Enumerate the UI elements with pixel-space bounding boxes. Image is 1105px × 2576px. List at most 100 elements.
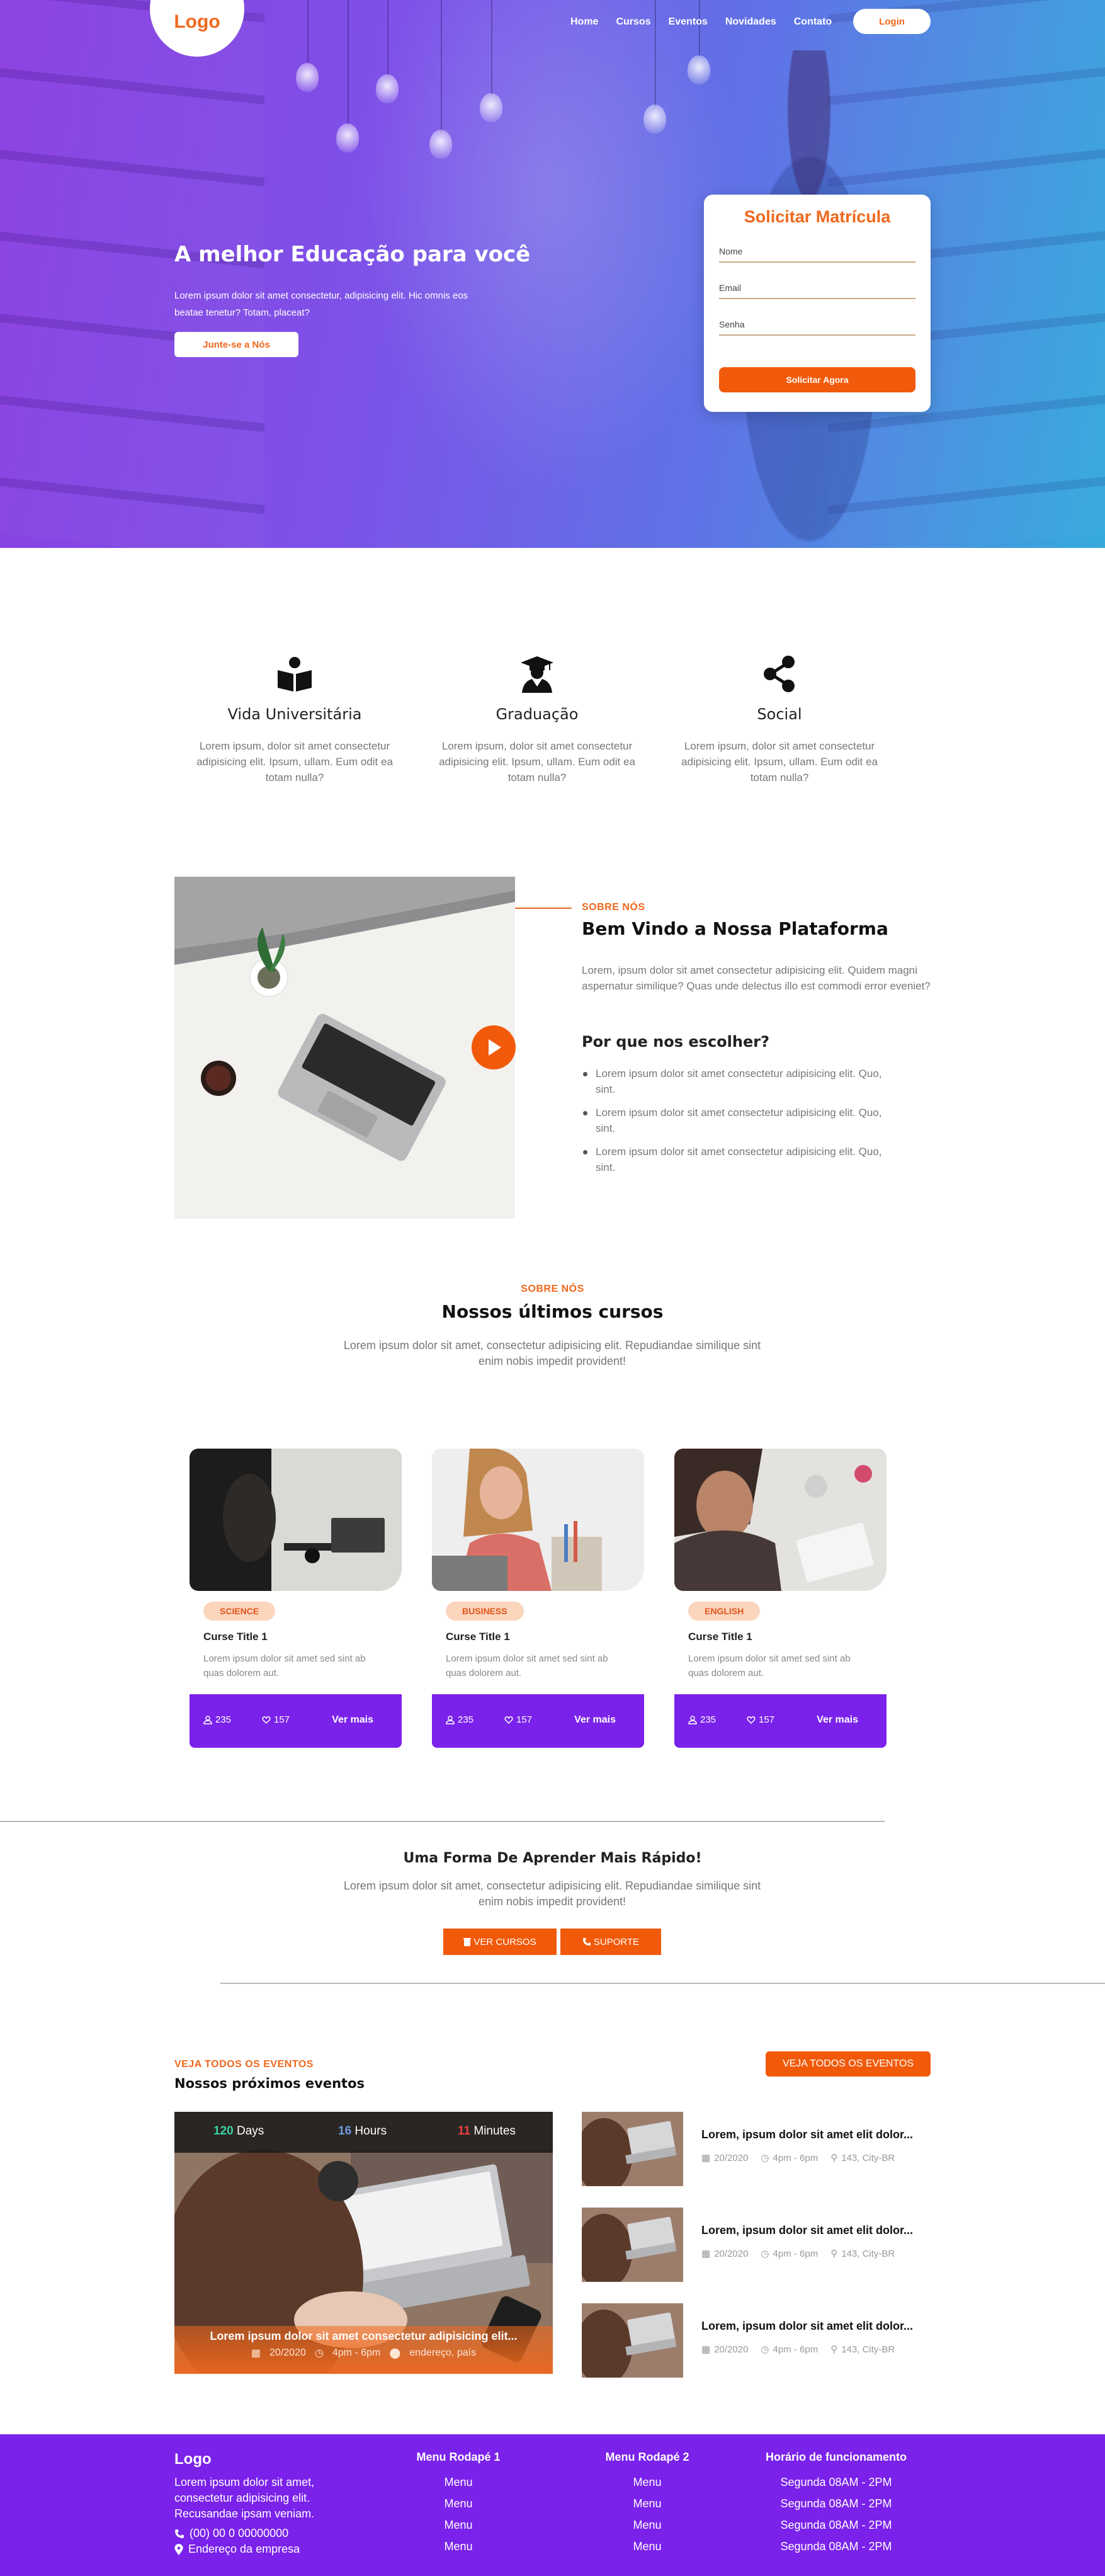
course-image bbox=[190, 1449, 402, 1591]
clock-icon: ◷ bbox=[761, 2344, 769, 2355]
why-item: Lorem ipsum dolor sit amet consectetur a… bbox=[582, 1105, 897, 1136]
footer-menu-link[interactable]: Menu bbox=[578, 2471, 717, 2493]
enroll-form: Solicitar Matrícula Nome Email Senha Sol… bbox=[704, 195, 931, 412]
graduate-icon bbox=[521, 656, 553, 693]
hero-text: Lorem ipsum dolor sit amet consectetur, … bbox=[174, 290, 468, 318]
feature-university-life: Vida Universitária Lorem ipsum, dolor si… bbox=[194, 655, 395, 785]
course-card[interactable]: SCIENCE Curse Title 1 Lorem ipsum dolor … bbox=[190, 1449, 402, 1748]
course-card[interactable]: ENGLISH Curse Title 1 Lorem ipsum dolor … bbox=[674, 1449, 887, 1748]
footer-menu-1: Menu Rodapé 1 Menu Menu Menu Menu bbox=[389, 2451, 528, 2557]
footer-hours-title: Horário de funcionamento bbox=[765, 2451, 907, 2463]
heart-icon bbox=[504, 1716, 513, 1724]
course-stats-bar: 235 157 Ver mais bbox=[432, 1694, 644, 1748]
footer-hours: Horário de funcionamento Segunda 08AM - … bbox=[742, 2451, 931, 2557]
feature-text: Lorem ipsum, dolor sit amet consectetur … bbox=[439, 740, 635, 784]
course-desc: Lorem ipsum dolor sit amet sed sint ab q… bbox=[446, 1653, 608, 1678]
user-icon bbox=[203, 1715, 212, 1724]
featured-event[interactable]: 120 Days 16 Hours 11 Minutes Lorem ipsum… bbox=[174, 2112, 553, 2374]
course-stats-bar: 235 157 Ver mais bbox=[190, 1694, 402, 1748]
nav-eventos[interactable]: Eventos bbox=[669, 15, 708, 29]
feature-social: Social Lorem ipsum, dolor sit amet conse… bbox=[679, 655, 880, 785]
likes-count: 157 bbox=[747, 1714, 774, 1725]
nav-home[interactable]: Home bbox=[570, 15, 598, 29]
why-title: Por que nos escolher? bbox=[582, 1033, 770, 1051]
view-courses-button[interactable]: VER CURSOS bbox=[443, 1929, 557, 1955]
share-icon bbox=[764, 656, 795, 692]
clock-icon: ◷ bbox=[761, 2153, 769, 2163]
light-bulb-decoration bbox=[336, 123, 359, 152]
bookshelf-left-decoration bbox=[0, 0, 264, 548]
footer-address: Endereço da empresa bbox=[174, 2543, 300, 2556]
light-bulb-decoration bbox=[480, 93, 502, 122]
courses-title: Nossos últimos cursos bbox=[441, 1301, 664, 1322]
footer-menu-link[interactable]: Menu bbox=[578, 2514, 717, 2536]
about-text: Lorem, ipsum dolor sit amet consectetur … bbox=[582, 964, 931, 992]
calendar-icon: ▦ bbox=[701, 2248, 711, 2259]
footer-hours-item: Segunda 08AM - 2PM bbox=[780, 2476, 892, 2488]
course-more-link[interactable]: Ver mais bbox=[574, 1714, 616, 1726]
footer-menu-link[interactable]: Menu bbox=[389, 2536, 528, 2557]
map-pin-icon: ⚲ bbox=[830, 2153, 838, 2163]
countdown-bar: 120 Days 16 Hours 11 Minutes bbox=[174, 2112, 553, 2153]
course-more-link[interactable]: Ver mais bbox=[332, 1714, 373, 1726]
footer-menu-link[interactable]: Menu bbox=[389, 2514, 528, 2536]
light-bulb-decoration bbox=[643, 105, 666, 134]
password-field[interactable]: Senha bbox=[719, 316, 915, 336]
event-item[interactable]: Lorem, ipsum dolor sit amet elit dolor..… bbox=[582, 2208, 934, 2282]
course-card[interactable]: BUSINESS Curse Title 1 Lorem ipsum dolor… bbox=[432, 1449, 644, 1748]
map-pin-icon bbox=[174, 2543, 183, 2555]
course-more-link[interactable]: Ver mais bbox=[817, 1714, 858, 1726]
feature-text: Lorem ipsum, dolor sit amet consectetur … bbox=[681, 740, 878, 784]
login-button[interactable]: Login bbox=[853, 9, 931, 34]
event-item[interactable]: Lorem, ipsum dolor sit amet elit dolor..… bbox=[582, 2112, 934, 2186]
event-item[interactable]: Lorem, ipsum dolor sit amet elit dolor..… bbox=[582, 2303, 934, 2378]
events-title: Nossos próximos eventos bbox=[174, 2076, 365, 2091]
feature-graduation: Graduação Lorem ipsum, dolor sit amet co… bbox=[436, 655, 638, 785]
why-item: Lorem ipsum dolor sit amet consectetur a… bbox=[582, 1066, 897, 1097]
phone-icon bbox=[175, 2529, 184, 2538]
why-item: Lorem ipsum dolor sit amet consectetur a… bbox=[582, 1144, 897, 1175]
calendar-icon: ▦ bbox=[251, 2348, 261, 2359]
calendar-icon: ▦ bbox=[701, 2344, 711, 2355]
students-count: 235 bbox=[688, 1714, 716, 1725]
footer-menu-link[interactable]: Menu bbox=[389, 2493, 528, 2514]
nav-contato[interactable]: Contato bbox=[794, 15, 832, 29]
feature-title: Vida Universitária bbox=[227, 705, 362, 723]
footer-hours-item: Segunda 08AM - 2PM bbox=[780, 2540, 892, 2553]
name-field[interactable]: Nome bbox=[719, 242, 915, 263]
user-icon bbox=[688, 1715, 697, 1724]
nav-novidades[interactable]: Novidades bbox=[725, 15, 776, 29]
course-image bbox=[432, 1449, 644, 1591]
heart-icon bbox=[747, 1716, 756, 1724]
play-video-button[interactable] bbox=[472, 1025, 516, 1069]
book-reader-icon bbox=[278, 657, 312, 692]
light-bulb-decoration bbox=[429, 130, 452, 159]
course-stats-bar: 235 157 Ver mais bbox=[674, 1694, 887, 1748]
submit-enroll-button[interactable]: Solicitar Agora bbox=[719, 367, 915, 392]
footer-logo[interactable]: Logo bbox=[174, 2451, 212, 2468]
support-button[interactable]: SUPORTE bbox=[560, 1929, 661, 1955]
students-count: 235 bbox=[203, 1714, 231, 1725]
courses-kicker: SOBRE NÓS bbox=[521, 1284, 584, 1294]
join-button[interactable]: Junte-se a Nós bbox=[174, 332, 298, 357]
footer-menu-link[interactable]: Menu bbox=[389, 2471, 528, 2493]
featured-event-caption: Lorem ipsum dolor sit amet consectetur a… bbox=[174, 2326, 553, 2374]
course-title: Curse Title 1 bbox=[446, 1631, 510, 1643]
footer-menu-link[interactable]: Menu bbox=[578, 2536, 717, 2557]
course-tag: SCIENCE bbox=[203, 1602, 276, 1621]
nav-cursos[interactable]: Cursos bbox=[616, 15, 650, 29]
event-meta: ▦ 20/2020 ◷ 4pm - 6pm ⚲ 143, City-BR bbox=[701, 2248, 895, 2260]
all-events-button[interactable]: VEJA TODOS OS EVENTOS bbox=[766, 2051, 931, 2077]
phone-icon bbox=[582, 1938, 591, 1946]
event-thumbnail bbox=[582, 2303, 683, 2378]
email-field[interactable]: Email bbox=[719, 279, 915, 299]
footer-menu-link[interactable]: Menu bbox=[578, 2493, 717, 2514]
clock-icon: ◷ bbox=[314, 2348, 324, 2359]
featured-event-title: Lorem ipsum dolor sit amet consectetur a… bbox=[210, 2330, 518, 2342]
featured-event-meta: ▦ 20/2020 ◷ 4pm - 6pm ⬤ endereço, país bbox=[251, 2347, 477, 2359]
event-meta: ▦ 20/2020 ◷ 4pm - 6pm ⚲ 143, City-BR bbox=[701, 2344, 895, 2356]
event-meta: ▦ 20/2020 ◷ 4pm - 6pm ⚲ 143, City-BR bbox=[701, 2152, 895, 2164]
event-title: Lorem, ipsum dolor sit amet elit dolor..… bbox=[701, 2224, 914, 2237]
course-title: Curse Title 1 bbox=[688, 1631, 752, 1643]
footer-hours-item: Segunda 08AM - 2PM bbox=[780, 2519, 892, 2531]
